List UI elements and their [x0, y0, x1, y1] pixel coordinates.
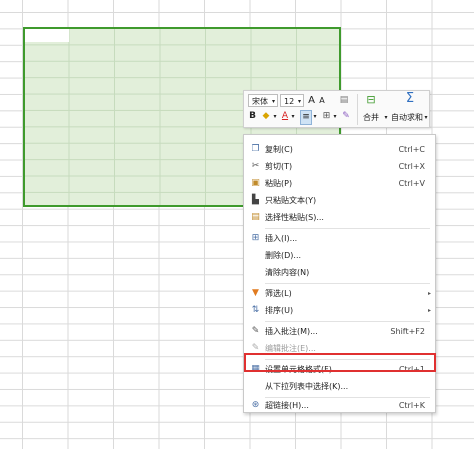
menu-item-label: 清除内容(N)	[265, 268, 310, 277]
shrink-font-button[interactable]: A	[318, 94, 326, 107]
paste-icon: ▣	[251, 178, 260, 188]
menu-item-paste-text[interactable]: ▙ 只粘贴文本(Y)	[244, 192, 435, 209]
menu-item-sort[interactable]: ⇅ 排序(U) ▸	[244, 302, 435, 319]
font-name-select[interactable]: 宋体 ▾	[248, 94, 278, 107]
menu-item-label: 从下拉列表中选择(K)...	[265, 382, 349, 391]
menu-item-hyperlink[interactable]: ⊛ 超链接(H)... Ctrl+K	[244, 397, 435, 414]
menu-item-shortcut: Shift+F2	[390, 327, 425, 336]
chevron-down-icon[interactable]: ▾	[290, 110, 296, 123]
submenu-arrow-icon: ▸	[427, 307, 431, 314]
menu-item-shortcut: Ctrl+K	[398, 401, 425, 410]
sort-icon: ⇅	[251, 305, 260, 315]
border-icon[interactable]: ⊞	[321, 110, 332, 123]
menu-item-label: 选择性粘贴(S)...	[265, 213, 324, 222]
menu-item-delete[interactable]: 删除(D)...	[244, 247, 435, 264]
align-center-icon[interactable]: ≡	[300, 110, 312, 125]
chevron-down-icon: ▾	[297, 98, 301, 105]
chevron-down-icon[interactable]: ▾	[312, 110, 318, 123]
scissors-icon: ✂	[251, 161, 260, 171]
menu-item-label: 超链接(H)...	[265, 401, 309, 410]
chevron-down-icon: ▾	[271, 98, 275, 105]
merge-icon[interactable]: ⊟	[364, 93, 378, 106]
menu-item-label: 只粘贴文本(Y)	[265, 196, 317, 205]
copy-icon: ❐	[251, 144, 260, 154]
autosum-button-label[interactable]: 自动求和	[390, 111, 424, 124]
menu-item-label: 插入批注(M)...	[265, 327, 318, 336]
menu-item-label: 排序(U)	[265, 306, 294, 315]
comment-icon: ✎	[251, 326, 260, 336]
menu-item-insert-comment[interactable]: ✎ 插入批注(M)... Shift+F2	[244, 323, 435, 340]
sigma-icon[interactable]: Σ	[402, 92, 418, 105]
format-painter-icon[interactable]: ✎	[340, 110, 352, 123]
menu-item-label: 筛选(L)	[265, 289, 292, 298]
chevron-down-icon[interactable]: ▾	[383, 111, 389, 124]
menu-item-filter[interactable]: ▼ 筛选(L) ▸	[244, 285, 435, 302]
menu-item-label: 粘贴(P)	[265, 179, 293, 188]
merge-button-label[interactable]: 合并	[358, 111, 384, 124]
format-cells-highlight	[244, 353, 436, 372]
chevron-down-icon[interactable]: ▾	[423, 111, 429, 124]
menu-item-shortcut: Ctrl+C	[398, 145, 425, 154]
menu-separator	[265, 228, 430, 229]
menu-item-paste-special[interactable]: ▤ 选择性粘贴(S)...	[244, 209, 435, 226]
hyperlink-icon: ⊛	[251, 400, 260, 410]
mini-toolbar: 宋体 ▾ 12 ▾ A A ▤ B ◆ ▾ A ▾ ≡ ▾ ⊞ ▾ ✎ ⊟ 合并…	[243, 90, 430, 128]
menu-item-shortcut: Ctrl+X	[398, 162, 425, 171]
chevron-down-icon[interactable]: ▾	[332, 110, 338, 123]
submenu-arrow-icon: ▸	[427, 290, 431, 297]
font-name-value: 宋体	[252, 97, 268, 106]
menu-item-label: 插入(I)...	[265, 234, 298, 243]
chevron-down-icon[interactable]: ▾	[272, 110, 278, 123]
paste-special-icon: ▤	[251, 212, 260, 222]
menu-item-shortcut: Ctrl+V	[398, 179, 425, 188]
insert-icon: ⊞	[251, 233, 260, 243]
menu-item-insert[interactable]: ⊞ 插入(I)...	[244, 230, 435, 247]
paste-text-icon: ▙	[252, 195, 259, 205]
menu-separator	[265, 283, 430, 284]
font-size-value: 12	[284, 97, 295, 106]
menu-item-label: 删除(D)...	[265, 251, 302, 260]
menu-item-paste[interactable]: ▣ 粘贴(P) Ctrl+V	[244, 175, 435, 192]
format-cells-icon[interactable]: ▤	[338, 94, 350, 107]
font-color-button[interactable]: A	[280, 110, 290, 123]
menu-item-label: 剪切(T)	[265, 162, 293, 171]
menu-item-pick-from-list[interactable]: 从下拉列表中选择(K)...	[244, 378, 435, 395]
fill-color-icon[interactable]: ◆	[260, 110, 272, 123]
active-cell[interactable]	[25, 29, 69, 42]
menu-item-label: 复制(C)	[265, 145, 293, 154]
menu-separator	[265, 321, 430, 322]
menu-item-cut[interactable]: ✂ 剪切(T) Ctrl+X	[244, 158, 435, 175]
grow-font-button[interactable]: A	[307, 94, 316, 107]
font-size-select[interactable]: 12 ▾	[280, 94, 304, 107]
filter-icon: ▼	[252, 288, 259, 298]
menu-item-copy[interactable]: ❐ 复制(C) Ctrl+C	[244, 141, 435, 158]
bold-button[interactable]: B	[248, 110, 257, 123]
menu-item-clear[interactable]: 清除内容(N)	[244, 264, 435, 281]
